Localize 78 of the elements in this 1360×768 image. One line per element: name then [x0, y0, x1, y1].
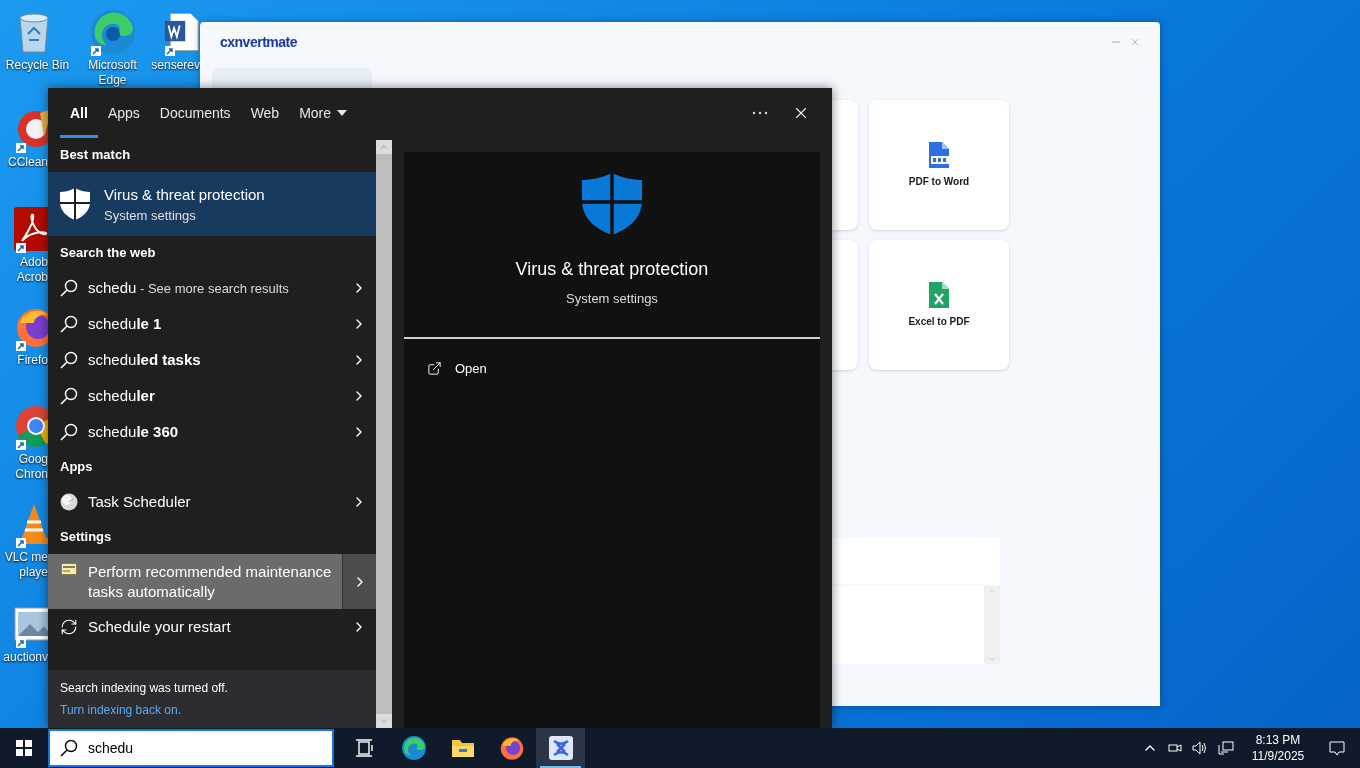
clock[interactable]: 8:13 PM 11/9/2025 — [1242, 728, 1314, 768]
desktop-icon-label: senserev — [150, 58, 200, 73]
indexing-link[interactable]: Turn indexing back on. — [60, 701, 376, 719]
shield-icon — [581, 172, 643, 236]
search-result[interactable]: schedu - See more search results — [48, 270, 342, 306]
desktop-icon[interactable] — [88, 8, 137, 56]
open-window-icon — [427, 361, 442, 376]
section-header: Apps — [60, 458, 93, 477]
windows-logo-icon — [16, 740, 32, 756]
filter-tab[interactable]: Apps — [97, 88, 150, 138]
section-header: Best match — [60, 146, 131, 165]
desktop-icon-label: Goog Chron — [14, 452, 48, 482]
section-header: Settings — [60, 528, 112, 547]
desktop-icon-label: Firefo — [16, 353, 48, 368]
result-title: Perform recommended maintenance tasks automatically — [88, 561, 333, 602]
app-logo-icon — [548, 736, 573, 760]
shield-icon — [59, 187, 91, 221]
search-result[interactable]: Virus & threat protection System settings — [48, 172, 376, 236]
result-title: Task Scheduler — [88, 492, 192, 512]
clock-time: 8:13 PM — [1255, 732, 1301, 748]
search-input[interactable]: schedu — [88, 737, 288, 759]
result-title: Schedule your restart — [88, 617, 232, 637]
search-icon — [60, 315, 78, 333]
desktop-icon-label: auctionv — [2, 650, 48, 665]
caret-down-icon — [337, 110, 348, 116]
result-title: schedule 1 — [88, 314, 163, 334]
clock-date: 11/9/2025 — [1251, 748, 1305, 764]
desktop-icon-label: Adob Acrob — [15, 255, 48, 285]
ellipsis-icon — [752, 111, 768, 115]
result-title: schedule 360 — [88, 422, 180, 442]
indexing-message: Search indexing was turned off. — [60, 680, 229, 697]
app-logo: cxnvertmate — [220, 32, 297, 52]
search-result[interactable]: Perform recommended maintenance tasks automatically — [48, 554, 342, 609]
task-view-icon — [354, 739, 375, 757]
filter-tab[interactable]: Web — [240, 88, 290, 138]
result-title: schedu - See more search results — [88, 277, 290, 298]
search-result[interactable]: scheduled tasks — [48, 342, 342, 378]
result-title: scheduler — [88, 386, 156, 406]
speaker-icon[interactable] — [1192, 741, 1208, 755]
tool-card[interactable]: Excel to PDF — [869, 240, 1009, 370]
search-box[interactable]: schedu — [48, 729, 334, 767]
search-result[interactable]: schedule 1 — [48, 306, 342, 342]
search-icon — [60, 423, 78, 441]
filter-tab[interactable]: All — [60, 88, 98, 138]
filter-tab[interactable]: Documents — [149, 88, 241, 138]
desktop-icon-label: VLC me playe — [3, 550, 48, 580]
clock-disc-icon — [60, 493, 78, 511]
refresh-icon — [60, 618, 78, 636]
desktop-icon-label: Microsoft Edge — [87, 58, 138, 88]
search-icon — [60, 351, 78, 369]
search-icon — [60, 739, 78, 757]
edge-browser-icon — [400, 735, 427, 761]
search-icon — [60, 387, 78, 405]
result-subtitle: System settings — [104, 207, 197, 224]
result-title: Virus & threat protection — [104, 184, 265, 205]
search-result[interactable]: Task Scheduler — [48, 484, 342, 520]
search-icon — [60, 279, 78, 297]
search-result[interactable]: Schedule your restart — [48, 609, 342, 645]
tool-card[interactable]: PDF to Word — [869, 100, 1009, 230]
control-panel-icon — [61, 563, 77, 575]
speech-bubble-icon — [1329, 740, 1345, 756]
folder-icon — [450, 737, 475, 759]
camera-icon[interactable] — [1168, 741, 1182, 755]
pdf-file-icon — [927, 141, 951, 168]
open-action[interactable]: Open — [404, 354, 487, 383]
spreadsheet-file-icon — [929, 281, 949, 308]
preview-subtitle: System settings — [566, 290, 658, 308]
search-result[interactable]: scheduler — [48, 378, 342, 414]
firefox-icon — [498, 735, 525, 761]
result-title: scheduled tasks — [88, 350, 202, 370]
filter-tab[interactable]: More — [289, 88, 358, 138]
network-icon[interactable] — [1218, 741, 1234, 755]
preview-title: Virus & threat protection — [515, 258, 709, 281]
search-result[interactable]: schedule 360 — [48, 414, 342, 450]
section-header: Search the web — [60, 244, 156, 263]
desktop-icon-label: Recycle Bin — [4, 58, 71, 73]
desktop-icon-label: CClean — [6, 155, 48, 170]
taskbar-app[interactable] — [536, 728, 585, 768]
